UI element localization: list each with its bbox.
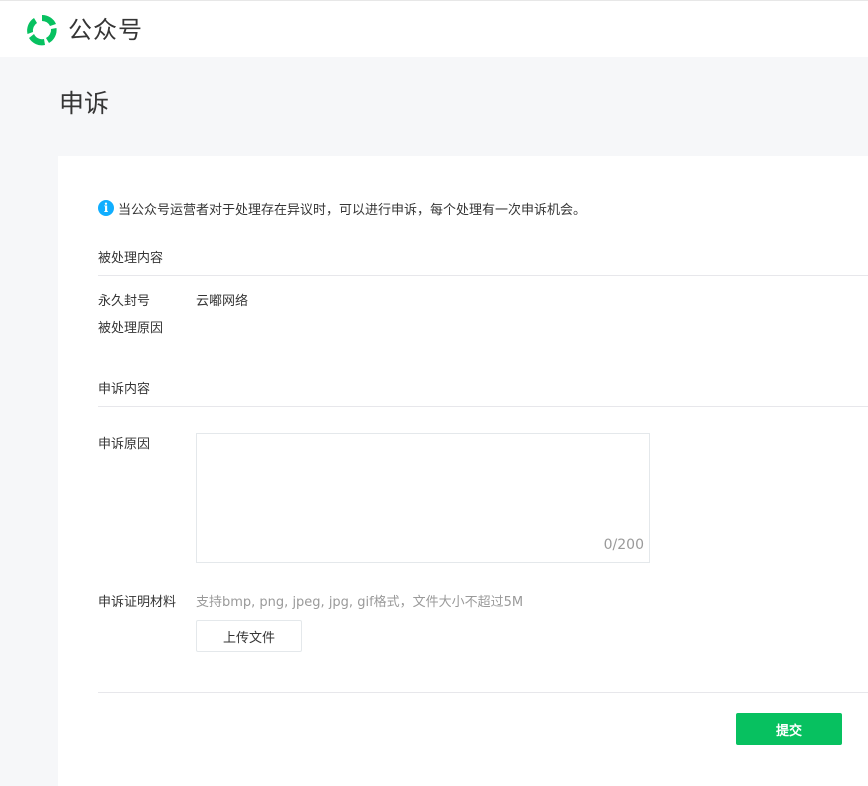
- top-bar: 公众号: [0, 0, 868, 57]
- appeal-form-card: i 当公众号运营者对于处理存在异议时，可以进行申诉，每个处理有一次申诉机会。 被…: [58, 156, 868, 786]
- wechat-official-accounts-logo-icon: [27, 14, 57, 46]
- page-title: 申诉: [59, 89, 110, 118]
- processed-type-label: 永久封号: [98, 294, 151, 309]
- brand-name: 公众号: [68, 16, 143, 44]
- upload-file-button[interactable]: 上传文件: [196, 620, 302, 652]
- processed-section-title: 被处理内容: [98, 251, 868, 276]
- evidence-label: 申诉证明材料: [98, 595, 177, 610]
- appeal-reason-label: 申诉原因: [98, 437, 151, 452]
- info-icon: i: [98, 200, 114, 216]
- appeal-reason-field: 0/200: [196, 433, 650, 563]
- submit-button[interactable]: 提交: [736, 713, 842, 745]
- notice-text: 当公众号运营者对于处理存在异议时，可以进行申诉，每个处理有一次申诉机会。: [118, 202, 587, 218]
- processed-type-value: 云嘟网络: [196, 294, 249, 309]
- appeal-reason-textarea[interactable]: [197, 434, 649, 562]
- footer-divider: [98, 692, 868, 693]
- char-counter: 0/200: [603, 537, 644, 553]
- processed-reason-label: 被处理原因: [98, 321, 164, 336]
- appeal-section-title: 申诉内容: [98, 382, 868, 407]
- evidence-hint: 支持bmp, png, jpeg, jpg, gif格式，文件大小不超过5M: [196, 595, 524, 610]
- notice-banner: i 当公众号运营者对于处理存在异议时，可以进行申诉，每个处理有一次申诉机会。: [98, 198, 586, 218]
